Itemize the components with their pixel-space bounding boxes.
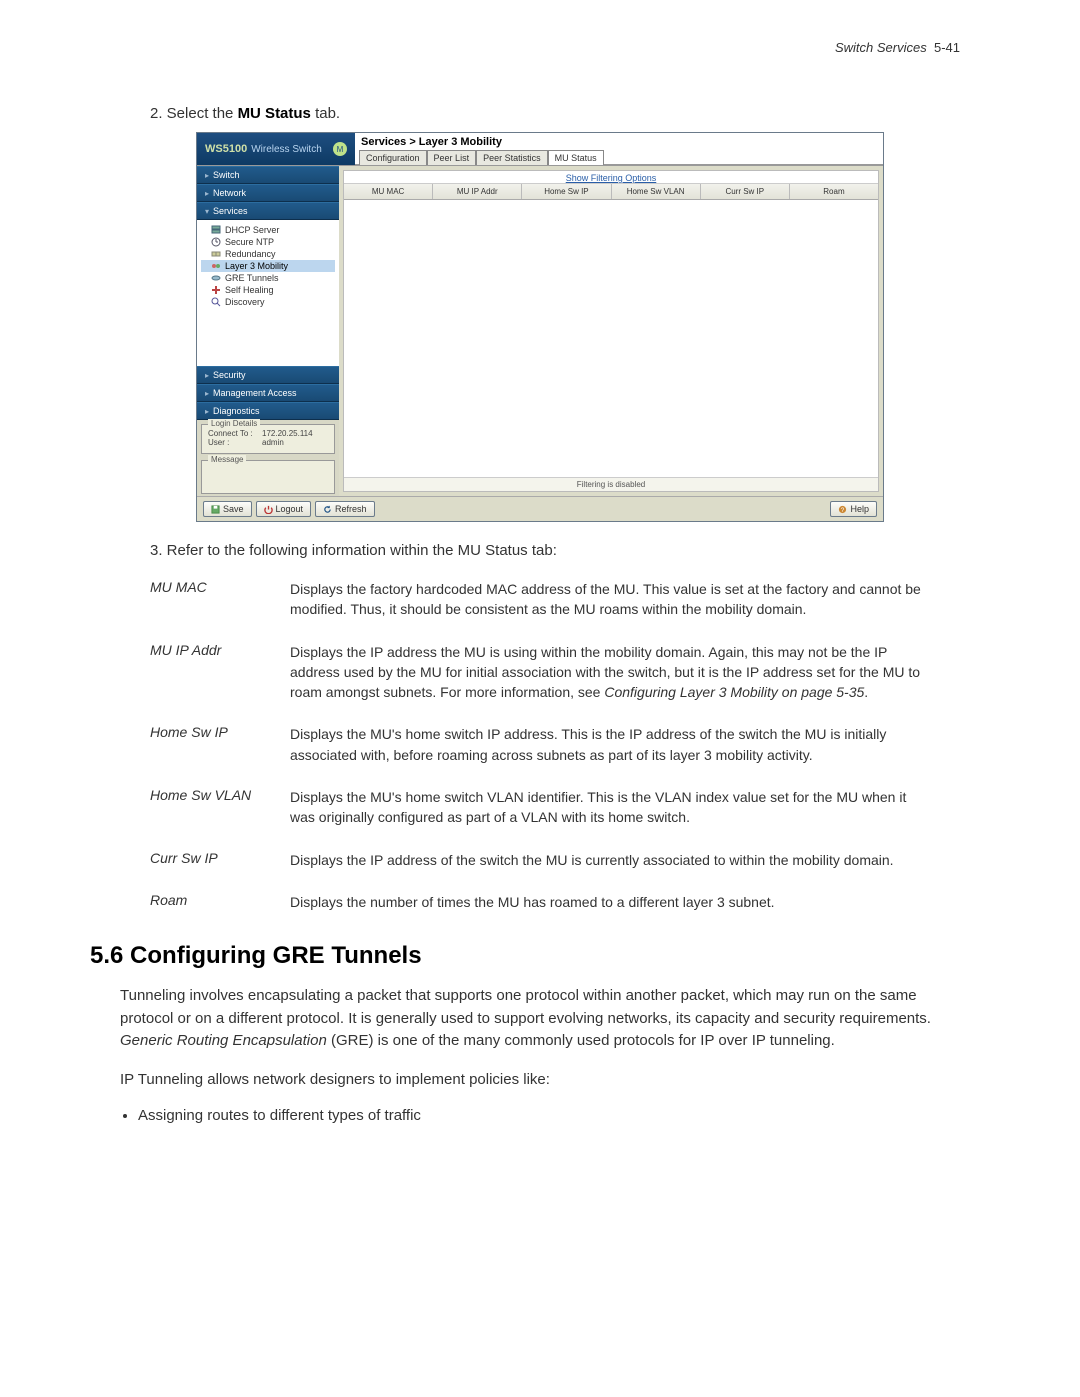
sidebar-item-switch[interactable]: ▸Switch [197, 166, 339, 184]
sidebar-item-diagnostics[interactable]: ▸Diagnostics [197, 402, 339, 420]
table-footer: Filtering is disabled [344, 477, 878, 491]
tree-item-discovery[interactable]: Discovery [201, 296, 335, 308]
save-icon [211, 505, 220, 514]
message-box: Message [201, 460, 335, 494]
bullet-list: Assigning routes to different types of t… [138, 1107, 960, 1124]
app-screenshot: WS5100 Wireless Switch M Services > Laye… [196, 132, 884, 522]
connect-to-label: Connect To : [208, 429, 256, 438]
user-value: admin [262, 438, 284, 447]
def-row-mu-ip-addr: MU IP Addr Displays the IP address the M… [150, 642, 930, 703]
breadcrumb: Services > Layer 3 Mobility [355, 133, 883, 149]
step-3: 3. Refer to the following information wi… [150, 542, 960, 559]
def-row-home-sw-vlan: Home Sw VLAN Displays the MU's home swit… [150, 787, 930, 828]
tree-item-secure-ntp[interactable]: Secure NTP [201, 236, 335, 248]
tree-item-self-healing[interactable]: Self Healing [201, 284, 335, 296]
help-icon: ? [838, 505, 847, 514]
login-details: Login Details Connect To :172.20.25.114 … [201, 424, 335, 454]
section-para-2: IP Tunneling allows network designers to… [120, 1069, 960, 1092]
tree-item-redundancy[interactable]: Redundancy [201, 248, 335, 260]
bullet-1: Assigning routes to different types of t… [138, 1107, 960, 1124]
logout-icon [264, 505, 273, 514]
definitions-table: MU MAC Displays the factory hardcoded MA… [150, 579, 930, 912]
heal-icon [211, 285, 221, 295]
user-label: User : [208, 438, 256, 447]
clock-icon [211, 237, 221, 247]
help-button[interactable]: ? Help [830, 501, 877, 517]
tab-peer-statistics[interactable]: Peer Statistics [476, 150, 548, 165]
svg-text:?: ? [841, 507, 845, 514]
col-home-sw-vlan[interactable]: Home Sw VLAN [612, 184, 701, 199]
product-subtitle: Wireless Switch [251, 144, 322, 155]
tunnel-icon [211, 273, 221, 283]
connect-to-value: 172.20.25.114 [262, 429, 313, 438]
refresh-button[interactable]: Refresh [315, 501, 375, 517]
section-para-1: Tunneling involves encapsulating a packe… [120, 985, 960, 1053]
table-header: MU MAC MU IP Addr Home Sw IP Home Sw VLA… [344, 183, 878, 200]
brand-logo-icon: M [333, 142, 347, 156]
def-row-curr-sw-ip: Curr Sw IP Displays the IP address of th… [150, 850, 930, 870]
col-curr-sw-ip[interactable]: Curr Sw IP [701, 184, 790, 199]
tab-configuration[interactable]: Configuration [359, 150, 427, 165]
discovery-icon [211, 297, 221, 307]
tabs-row: Configuration Peer List Peer Statistics … [355, 149, 883, 164]
tree-item-layer-3-mobility[interactable]: Layer 3 Mobility [201, 260, 335, 272]
tree-item-dhcp-server[interactable]: DHCP Server [201, 224, 335, 236]
sidebar: ▸Switch ▸Network ▾Services DHCP Server S… [197, 166, 339, 496]
refresh-icon [323, 505, 332, 514]
tab-mu-status[interactable]: MU Status [548, 150, 604, 165]
col-mu-ip-addr[interactable]: MU IP Addr [433, 184, 522, 199]
mobility-icon [211, 261, 221, 271]
def-row-mu-mac: MU MAC Displays the factory hardcoded MA… [150, 579, 930, 620]
section-heading: 5.6 Configuring GRE Tunnels [90, 942, 960, 970]
sidebar-item-services[interactable]: ▾Services [197, 202, 339, 220]
col-home-sw-ip[interactable]: Home Sw IP [522, 184, 611, 199]
def-row-home-sw-ip: Home Sw IP Displays the MU's home switch… [150, 724, 930, 765]
show-filtering-options-link[interactable]: Show Filtering Options [344, 171, 878, 183]
def-row-roam: Roam Displays the number of times the MU… [150, 892, 930, 912]
table-body [344, 200, 878, 477]
redundancy-icon [211, 249, 221, 259]
server-icon [211, 225, 221, 235]
services-tree: DHCP Server Secure NTP Redundancy Layer … [197, 220, 339, 366]
sidebar-item-management-access[interactable]: ▸Management Access [197, 384, 339, 402]
tab-peer-list[interactable]: Peer List [427, 150, 477, 165]
logout-button[interactable]: Logout [256, 501, 312, 517]
product-name: WS5100 [205, 143, 247, 155]
col-roam[interactable]: Roam [790, 184, 878, 199]
content-panel: Show Filtering Options MU MAC MU IP Addr… [343, 170, 879, 492]
app-title-bar: WS5100 Wireless Switch M [197, 133, 355, 165]
tree-item-gre-tunnels[interactable]: GRE Tunnels [201, 272, 335, 284]
save-button[interactable]: Save [203, 501, 252, 517]
step-2: 2. Select the MU Status tab. [150, 105, 960, 122]
sidebar-item-network[interactable]: ▸Network [197, 184, 339, 202]
sidebar-item-security[interactable]: ▸Security [197, 366, 339, 384]
page-header: Switch Services 5-41 [120, 40, 960, 55]
col-mu-mac[interactable]: MU MAC [344, 184, 433, 199]
